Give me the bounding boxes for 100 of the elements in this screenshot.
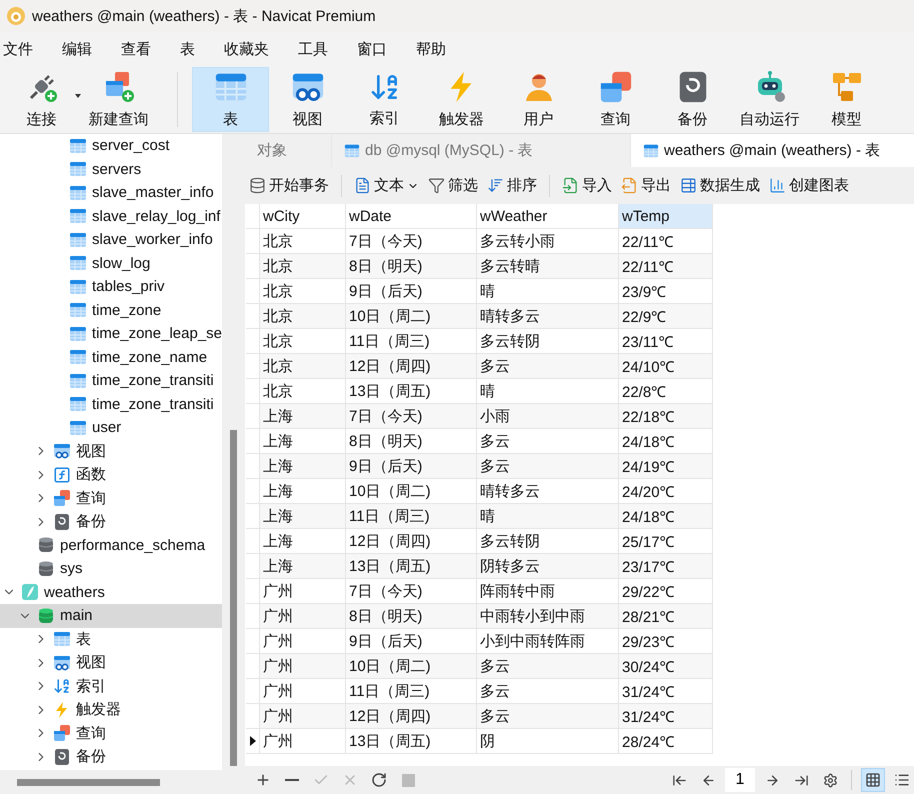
- database-icon: [249, 177, 266, 194]
- tree-item[interactable]: 备份: [0, 510, 222, 534]
- table-cell: 广州: [260, 679, 346, 704]
- tree-item[interactable]: 表: [0, 628, 222, 651]
- menu-item[interactable]: 文件: [3, 40, 33, 58]
- table-cell: 北京: [260, 279, 346, 304]
- table-cell: 阴转多云: [477, 554, 619, 579]
- menu-item[interactable]: 工具: [298, 40, 328, 58]
- tree-item[interactable]: performance_schema: [0, 534, 222, 557]
- column-header[interactable]: wTemp: [619, 204, 713, 229]
- menu-item[interactable]: 窗口: [357, 40, 387, 58]
- menu-item[interactable]: 查看: [121, 40, 151, 58]
- tree-item[interactable]: time_zone_name: [0, 346, 222, 369]
- table-cell: 24/10℃: [619, 354, 713, 379]
- table-cell: 11日（周三): [346, 329, 477, 354]
- scrollbar-thumb[interactable]: [230, 430, 237, 766]
- menu-item[interactable]: 编辑: [62, 40, 92, 58]
- tree-item[interactable]: time_zone_transiti: [0, 392, 222, 416]
- arrow-right-icon: [764, 772, 780, 788]
- toolbar-button[interactable]: 触发器: [423, 67, 500, 132]
- toolbar-button[interactable]: 筛选: [428, 176, 478, 195]
- row-selector[interactable]: [246, 729, 260, 754]
- toolbar-button[interactable]: 连接: [3, 67, 80, 132]
- tree-item[interactable]: 函数: [0, 463, 222, 486]
- toolbar-button[interactable]: 备份: [654, 67, 731, 132]
- table-cell: 29/23℃: [619, 629, 713, 654]
- tree-item[interactable]: 视图: [0, 651, 222, 674]
- database-icon: [37, 560, 55, 578]
- caret-icon[interactable]: [75, 94, 81, 98]
- menu-item[interactable]: 帮助: [416, 40, 446, 58]
- column-header[interactable]: wDate: [346, 204, 477, 229]
- tree-item[interactable]: slow_log: [0, 252, 222, 275]
- table-icon: [680, 177, 697, 194]
- tab[interactable]: weathers @main (weathers) - 表: [631, 134, 914, 167]
- tab[interactable]: db @mysql (MySQL) - 表: [332, 134, 630, 167]
- tree-item[interactable]: slave_relay_log_inf: [0, 204, 222, 228]
- tree-item[interactable]: 查询: [0, 486, 222, 510]
- toolbar-button[interactable]: 自动运行: [731, 67, 808, 132]
- app-logo-icon: [6, 6, 26, 26]
- toolbar-button[interactable]: 导出: [621, 176, 671, 195]
- toolbar-button[interactable]: 排序: [487, 176, 537, 195]
- backup-icon: [53, 748, 71, 766]
- tab[interactable]: 对象: [245, 134, 331, 167]
- tree-item[interactable]: 触发器: [0, 698, 222, 722]
- menu-item[interactable]: 表: [180, 40, 195, 58]
- toolbar-button[interactable]: 视图: [269, 67, 346, 132]
- toolbar-button[interactable]: 表: [192, 67, 269, 132]
- tree-item[interactable]: time_zone_leap_se: [0, 322, 222, 346]
- table-cell: 小雨: [477, 404, 619, 429]
- table-cell: 11日（周三): [346, 679, 477, 704]
- toolbar-button[interactable]: 新建查询: [80, 67, 157, 132]
- toolbar-button[interactable]: 导入: [562, 176, 612, 195]
- view-icon: [53, 654, 71, 672]
- table-cell: 阵雨转中雨: [477, 579, 619, 604]
- menu-item[interactable]: 收藏夹: [224, 40, 269, 58]
- table-cell: 北京: [260, 329, 346, 354]
- query-icon: [53, 489, 71, 508]
- tree-item[interactable]: time_zone: [0, 298, 222, 322]
- table-cell: 阴: [477, 729, 619, 754]
- tree-item[interactable]: 索引: [0, 674, 222, 698]
- toolbar-button[interactable]: 查询: [577, 67, 654, 132]
- table-cell: 晴: [477, 279, 619, 304]
- tree-item[interactable]: slave_master_info: [0, 181, 222, 204]
- grid-view-button[interactable]: [861, 768, 885, 792]
- table-cell: 多云: [477, 454, 619, 479]
- toolbar-button[interactable]: 用户: [500, 67, 577, 132]
- toolbar-button[interactable]: 创建图表: [769, 176, 849, 195]
- tree-item[interactable]: user: [0, 416, 222, 440]
- tree-item[interactable]: servers: [0, 158, 222, 181]
- tree-item[interactable]: 查询: [0, 722, 222, 745]
- tree-item[interactable]: slave_worker_info: [0, 228, 222, 252]
- table-cell: 29/22℃: [619, 579, 713, 604]
- scrollbar-thumb[interactable]: [17, 778, 160, 786]
- table-cell: 多云: [477, 354, 619, 379]
- tree-item[interactable]: server_cost: [0, 134, 222, 158]
- toolbar-button[interactable]: 数据生成: [680, 176, 760, 195]
- tree-item[interactable]: 备份: [0, 745, 222, 768]
- column-header[interactable]: wWeather: [477, 204, 619, 229]
- tree-item[interactable]: time_zone_transiti: [0, 369, 222, 392]
- toolbar-button[interactable]: 开始事务: [249, 176, 329, 195]
- toolbar-button[interactable]: 模型: [808, 67, 885, 132]
- grid-icon: [865, 772, 881, 788]
- toolbar-button[interactable]: 文本: [354, 176, 419, 195]
- toolbar-button[interactable]: 索引: [346, 67, 423, 132]
- sort-icon: [487, 177, 504, 194]
- stop-icon: [402, 774, 414, 786]
- column-header[interactable]: wCity: [260, 204, 346, 229]
- table-cell: 北京: [260, 229, 346, 254]
- table-cell: 7日（今天): [346, 229, 477, 254]
- table-cell: 多云: [477, 704, 619, 729]
- tree-item[interactable]: tables_priv: [0, 275, 222, 298]
- tree-item[interactable]: sys: [0, 557, 222, 580]
- tree-item[interactable]: main: [0, 604, 222, 628]
- page-field[interactable]: 1: [725, 768, 755, 792]
- table-cell: 24/18℃: [619, 429, 713, 454]
- table-cell: 28/21℃: [619, 604, 713, 629]
- table-icon: [69, 372, 87, 390]
- tree-item[interactable]: weathers: [0, 580, 222, 604]
- table-cell: 北京: [260, 354, 346, 379]
- tree-item[interactable]: 视图: [0, 440, 222, 463]
